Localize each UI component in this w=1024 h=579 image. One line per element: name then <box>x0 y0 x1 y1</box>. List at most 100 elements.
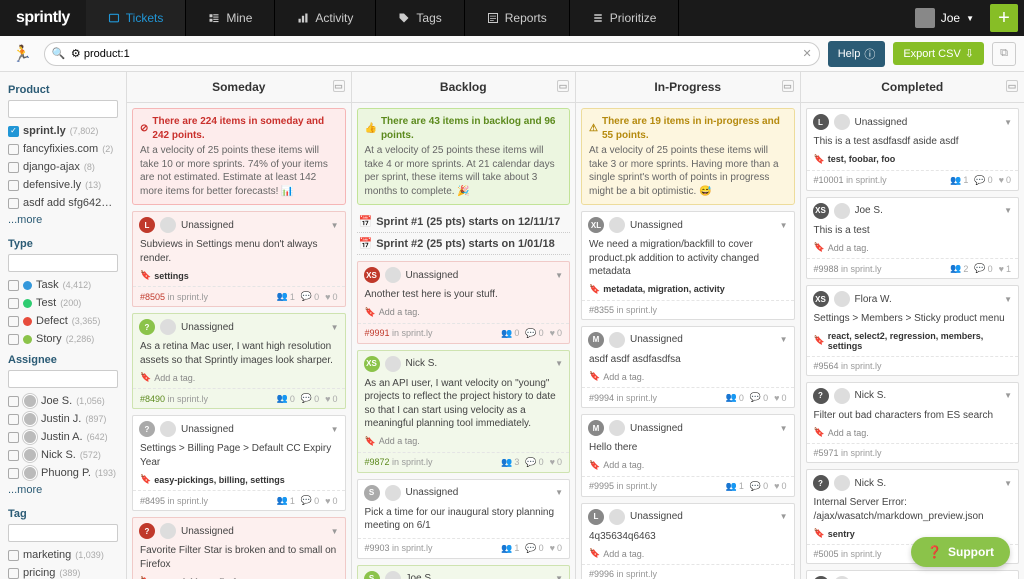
ticket-card[interactable]: XSNick S.▼ As an API user, I want veloci… <box>357 350 571 473</box>
more-link[interactable]: ...more <box>8 482 118 502</box>
checkbox-icon[interactable]: ✓ <box>8 126 19 137</box>
support-button[interactable]: ❓Support <box>911 537 1010 567</box>
tag-item[interactable]: marketing(1,039) <box>8 546 118 564</box>
size-badge: ? <box>813 475 829 491</box>
user-avatar <box>915 8 935 28</box>
column-header: Someday▭ <box>127 72 351 103</box>
expand-icon[interactable]: ▭ <box>333 80 345 92</box>
nav-reports[interactable]: Reports <box>465 0 570 36</box>
assignee-item[interactable]: Nick S.(572) <box>8 446 118 464</box>
ticket-card[interactable]: XSJoe S.▼ This is a test 🔖Add a tag. #99… <box>806 197 1020 280</box>
column-alert: 👍There are 43 items in backlog and 96 po… <box>357 108 571 205</box>
sidebar: Product ✓sprint.ly(7,802) fancyfixies.co… <box>0 72 126 579</box>
checkbox-icon[interactable] <box>8 144 19 155</box>
checkbox-icon[interactable] <box>8 198 19 209</box>
assignee-item[interactable]: Joe S.(1,056) <box>8 392 118 410</box>
expand-icon[interactable]: ▭ <box>1006 80 1018 92</box>
nav-activity[interactable]: Activity <box>275 0 376 36</box>
dot-icon <box>23 281 32 290</box>
calendar-icon: 📅 <box>359 237 373 250</box>
type-item[interactable]: Defect(3,365) <box>8 312 118 330</box>
ticket-card[interactable]: MUnassigned▼ asdf asdf asdfasdfsa 🔖Add a… <box>581 326 795 409</box>
size-badge: L <box>139 217 155 233</box>
ticket-card[interactable]: XSFlora W.▼ Settings > Members > Sticky … <box>806 285 1020 376</box>
filter-product-input[interactable] <box>8 100 118 118</box>
nav-prioritize[interactable]: Prioritize <box>570 0 680 36</box>
filter-tag-input[interactable] <box>8 524 118 542</box>
help-button[interactable]: Helpⓘ <box>828 41 886 67</box>
filter-assignee-input[interactable] <box>8 370 118 388</box>
column-completed: Completed▭ LUnassigned▼ This is a test a… <box>801 72 1024 579</box>
avatar <box>609 332 625 348</box>
search-input[interactable] <box>44 42 820 66</box>
sprint-icon[interactable]: 🏃 <box>8 44 36 64</box>
ticket-card[interactable]: XLUnassigned▼ We need a migration/backfi… <box>581 211 795 320</box>
ticket-card[interactable]: XSNick S.▼ Tag the sprint.ly repository … <box>806 570 1020 579</box>
brand-logo[interactable]: sprintly <box>0 0 86 36</box>
clear-icon[interactable]: ✕ <box>802 47 811 60</box>
expand-icon[interactable]: ▭ <box>782 80 794 92</box>
avatar <box>385 267 401 283</box>
assignee-item[interactable]: Phuong P.(193) <box>8 464 118 482</box>
ticket-card[interactable]: MUnassigned▼ Hello there 🔖Add a tag. #99… <box>581 414 795 497</box>
thumbs-up-icon: 👍 <box>365 122 377 136</box>
ticket-card[interactable]: SUnassigned▼ Pick a time for our inaugur… <box>357 479 571 559</box>
avatar <box>23 448 37 462</box>
tag-icon: 🔖 <box>140 372 151 383</box>
ticket-card[interactable]: XSUnassigned▼ Another test here is your … <box>357 261 571 344</box>
filter-type-input[interactable] <box>8 254 118 272</box>
avatar <box>23 466 37 480</box>
type-item[interactable]: Task(4,412) <box>8 276 118 294</box>
user-menu[interactable]: Joe ▼ <box>905 0 984 36</box>
ticket-card[interactable]: ?Nick S.▼ Filter out bad characters from… <box>806 382 1020 464</box>
size-badge: S <box>364 571 380 579</box>
ticket-card[interactable]: ?Unassigned▼ As a retina Mac user, I wan… <box>132 313 346 409</box>
product-item[interactable]: asdf add sfg64232636 <box>8 194 118 212</box>
add-button[interactable]: + <box>990 4 1018 32</box>
assignee-item[interactable]: Justin A.(642) <box>8 428 118 446</box>
type-item[interactable]: Test(200) <box>8 294 118 312</box>
tag-item[interactable]: pricing(389) <box>8 564 118 579</box>
ticket-card[interactable]: LUnassigned▼ This is a test asdfasdf asi… <box>806 108 1020 191</box>
export-csv-button[interactable]: Export CSV⇩ <box>893 42 984 65</box>
sprint-divider: 📅Sprint #2 (25 pts) starts on 1/01/18 <box>357 233 571 255</box>
tag-icon: 🔖 <box>140 474 151 485</box>
dot-icon <box>23 299 32 308</box>
assignee-item[interactable]: Justin J.(897) <box>8 410 118 428</box>
ticket-card[interactable]: ?Unassigned▼ Settings > Billing Page > D… <box>132 415 346 511</box>
filter-assignee-title: Assignee <box>8 354 118 366</box>
filter-type-title: Type <box>8 238 118 250</box>
lifebuoy-icon: ❓ <box>927 545 942 559</box>
more-link[interactable]: ...more <box>8 212 118 232</box>
size-badge: M <box>588 332 604 348</box>
nav-tags[interactable]: Tags <box>376 0 464 36</box>
size-badge: ? <box>813 388 829 404</box>
avatar <box>385 485 401 501</box>
ticket-card[interactable]: LUnassigned▼ Subviews in Settings menu d… <box>132 211 346 307</box>
user-name: Joe <box>941 11 960 25</box>
copy-button[interactable]: ⧉ <box>992 42 1016 66</box>
product-item[interactable]: ✓sprint.ly(7,802) <box>8 122 118 140</box>
chevron-down-icon[interactable]: ▼ <box>331 221 339 230</box>
ticket-card[interactable]: SJoe S.▼ As a sprinter, I want a design … <box>357 565 571 579</box>
comment-icon: 💬0 <box>301 291 319 302</box>
ticket-card[interactable]: LUnassigned▼ 4q35634q6463 🔖Add a tag. #9… <box>581 503 795 579</box>
expand-icon[interactable]: ▭ <box>557 80 569 92</box>
product-item[interactable]: defensive.ly(13) <box>8 176 118 194</box>
nav-tickets[interactable]: Tickets <box>86 0 187 36</box>
type-item[interactable]: Story(2,286) <box>8 330 118 348</box>
nav-mine[interactable]: Mine <box>186 0 275 36</box>
checkbox-icon[interactable] <box>8 162 19 173</box>
checkbox-icon[interactable] <box>8 180 19 191</box>
chevron-down-icon[interactable]: ▼ <box>331 323 339 332</box>
product-item[interactable]: fancyfixies.com(2) <box>8 140 118 158</box>
size-badge: S <box>364 485 380 501</box>
product-item[interactable]: django-ajax(8) <box>8 158 118 176</box>
column-alert: ⚠There are 19 items in in-progress and 5… <box>581 108 795 205</box>
people-icon: 👥1 <box>277 291 295 302</box>
column-header: Completed▭ <box>801 72 1024 103</box>
ticket-card[interactable]: ?Unassigned▼ Favorite Filter Star is bro… <box>132 517 346 579</box>
toolbar: 🏃 🔍 ✕ Helpⓘ Export CSV⇩ ⧉ <box>0 36 1024 72</box>
tag-icon: 🔖 <box>814 242 825 253</box>
tag-icon: 🔖 <box>589 371 600 382</box>
